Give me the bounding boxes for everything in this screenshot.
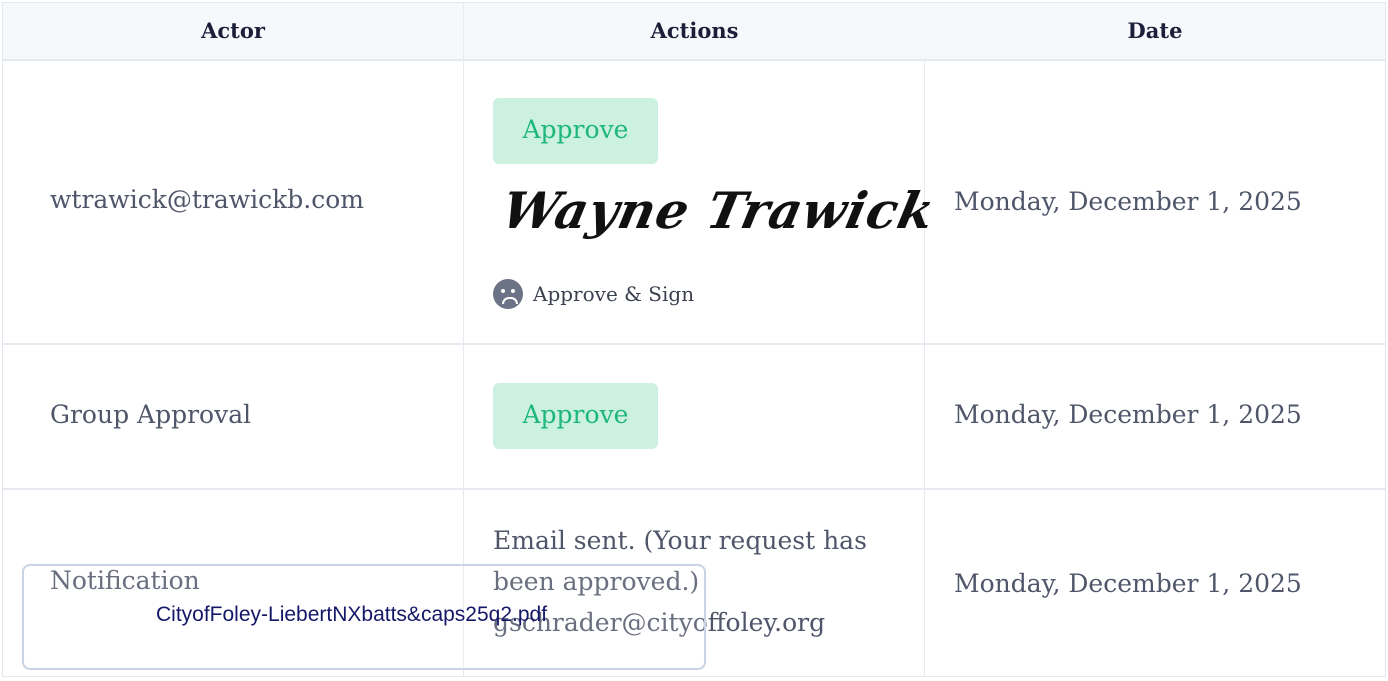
actor-email: wtrawick@trawickb.com (50, 185, 365, 214)
column-header-actor: Actor (201, 18, 265, 43)
message-line: Email sent. (Your request has (493, 526, 867, 555)
column-header-date: Date (1127, 18, 1183, 43)
approve-status-badge: Approve (493, 98, 658, 164)
action-date: Monday, December 1, 2025 (954, 400, 1302, 429)
row-divider (3, 488, 1385, 490)
action-date: Monday, December 1, 2025 (954, 569, 1302, 598)
approve-status-badge: Approve (493, 383, 658, 449)
column-divider (924, 59, 925, 676)
column-header-actions: Actions (650, 18, 739, 43)
signature-image: Wayne Trawick (496, 181, 941, 240)
row-divider (3, 343, 1385, 345)
actor-group: Group Approval (50, 400, 252, 429)
action-date: Monday, December 1, 2025 (954, 187, 1302, 216)
approve-sign-label: Approve & Sign (493, 279, 694, 309)
table-header-row: Actor Actions Date (3, 3, 1385, 61)
attachment-filename[interactable]: CityofFoley-LiebertNXbatts&caps25q2.pdf (156, 603, 547, 627)
user-avatar-icon (493, 279, 523, 309)
approve-sign-text: Approve & Sign (533, 282, 695, 306)
